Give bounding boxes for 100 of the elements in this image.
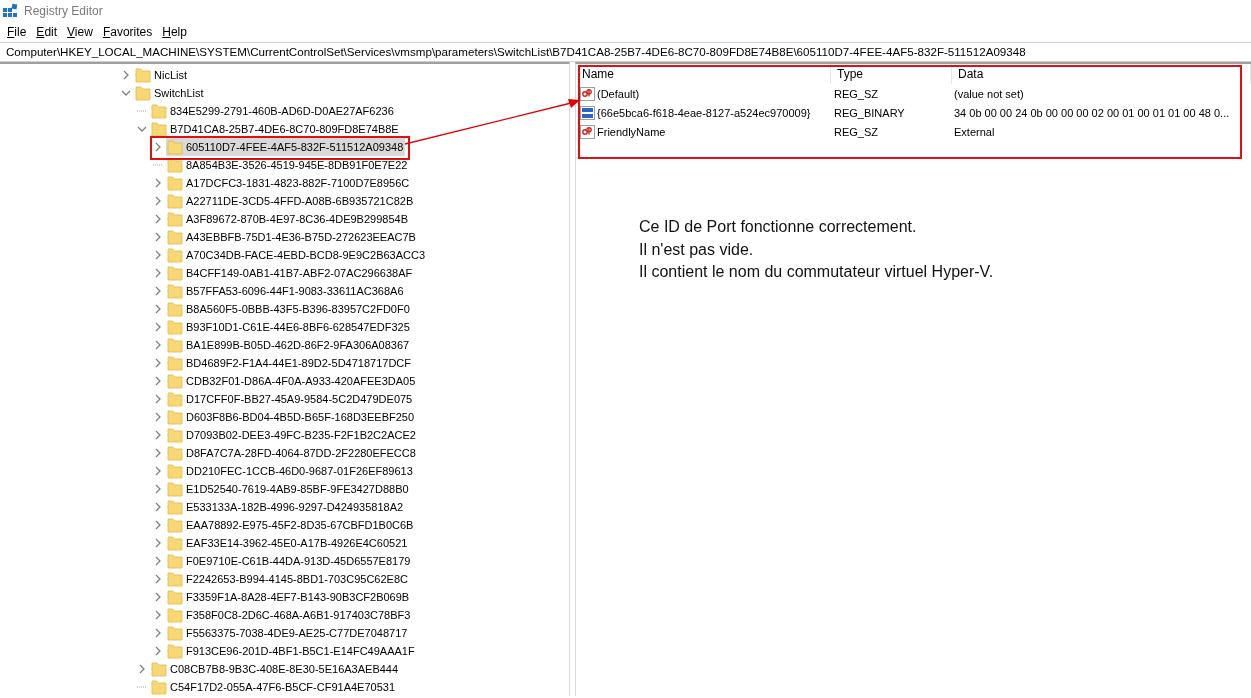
tree-node[interactable]: BA1E899B-B05D-462D-86F2-9FA306A08367	[166, 336, 412, 354]
chevron-right-icon[interactable]	[155, 610, 161, 620]
chevron-right-icon[interactable]	[155, 646, 161, 656]
chevron-right-icon[interactable]	[155, 538, 161, 548]
tree-node[interactable]: F913CE96-201D-4BF1-B5C1-E14FC49AAA1F	[166, 642, 417, 660]
tree-node[interactable]: 8A854B3E-3526-4519-945E-8DB91F0E7E22	[166, 156, 410, 174]
folder-icon	[167, 139, 183, 155]
chevron-right-icon[interactable]	[155, 304, 161, 314]
chevron-right-icon[interactable]	[155, 556, 161, 566]
column-header[interactable]: Name	[576, 64, 831, 84]
chevron-right-icon[interactable]	[155, 142, 161, 152]
tree-node[interactable]: B93F10D1-C61E-44E6-8BF6-628547EDF325	[166, 318, 412, 336]
tree-node[interactable]: EAA78892-E975-45F2-8D35-67CBFD1B0C6B	[166, 516, 416, 534]
menu-item[interactable]: File	[2, 25, 32, 39]
chevron-down-icon[interactable]	[121, 90, 131, 96]
tree-node[interactable]: BD4689F2-F1A4-44E1-89D2-5D4718717DCF	[166, 354, 413, 372]
chevron-right-icon[interactable]	[155, 484, 161, 494]
tree-node[interactable]: E533133A-182B-4996-9297-D424935818A2	[166, 498, 406, 516]
tree-node[interactable]: A43EBBFB-75D1-4E36-B75D-272623EEAC7B	[166, 228, 418, 246]
tree-node[interactable]: A3F89672-870B-4E97-8C36-4DE9B299854B	[166, 210, 410, 228]
tree-node[interactable]: B4CFF149-0AB1-41B7-ABF2-07AC296638AF	[166, 264, 415, 282]
chevron-right-icon[interactable]	[155, 628, 161, 638]
tree-node[interactable]: SwitchList	[134, 84, 206, 102]
chevron-right-icon[interactable]	[155, 394, 161, 404]
value-data: (value not set)	[953, 87, 1025, 100]
chevron-right-icon[interactable]	[155, 520, 161, 530]
chevron-right-icon[interactable]	[155, 502, 161, 512]
tree-node[interactable]: E1D52540-7619-4AB9-85BF-9FE3427D88B0	[166, 480, 411, 498]
value-type: REG_SZ	[833, 125, 879, 138]
menu-item[interactable]: Favorites	[97, 25, 158, 39]
tree-node[interactable]: CDB32F01-D86A-4F0A-A933-420AFEE3DA05	[166, 372, 418, 390]
chevron-right-icon[interactable]	[155, 376, 161, 386]
chevron-right-icon[interactable]	[155, 430, 161, 440]
tree-node[interactable]: B7D41CA8-25B7-4DE6-8C70-809FD8E74B8E	[150, 120, 401, 138]
chevron-right-icon[interactable]	[155, 286, 161, 296]
tree-node[interactable]: A70C34DB-FACE-4EBD-BCD8-9E9C2B63ACC3	[166, 246, 428, 264]
menu-item[interactable]: Help	[157, 25, 192, 39]
folder-icon	[151, 103, 167, 119]
folder-icon	[167, 607, 183, 623]
tree-node[interactable]: A17DCFC3-1831-4823-882F-7100D7E8956C	[166, 174, 412, 192]
tree-node[interactable]: F3359F1A-8A28-4EF7-B143-90B3CF2B069B	[166, 588, 412, 606]
tree-node[interactable]: C54F17D2-055A-47F6-B5CF-CF91A4E70531	[150, 678, 397, 696]
chevron-right-icon[interactable]	[123, 70, 129, 80]
chevron-down-icon[interactable]	[137, 126, 147, 132]
tree-node[interactable]: F5563375-7038-4DE9-AE25-C77DE7048717	[166, 624, 410, 642]
registry-icon	[2, 3, 18, 19]
value-name[interactable]: (Default)	[597, 87, 640, 100]
tree-node[interactable]: 605110D7-4FEE-4AF5-832F-511512A09348	[166, 138, 406, 156]
address-bar[interactable]: Computer\HKEY_LOCAL_MACHINE\SYSTEM\CurrentControlSet\Services\vmsmp\parameters\SwitchList\B7D41CA8-25B7-4DE6-8C70-809FD8E74B8E\605110D7-4FEE-4AF5-832F-511512A09348	[0, 42, 1251, 62]
binary-value-icon	[580, 104, 596, 121]
column-header[interactable]: Data	[952, 64, 1251, 84]
tree-node[interactable]: F358F0C8-2D6C-468A-A6B1-917403C78BF3	[166, 606, 413, 624]
tree-node[interactable]: B57FFA53-6096-44F1-9083-33611AC368A6	[166, 282, 406, 300]
tree-node[interactable]: A22711DE-3CD5-4FFD-A08B-6B935721C82B	[166, 192, 416, 210]
chevron-right-icon[interactable]	[155, 196, 161, 206]
value-data: 34 0b 00 00 24 0b 00 00 00 02 00 01 00 01 01 00 48 0...	[953, 106, 1231, 119]
folder-icon	[135, 85, 151, 101]
tree-node[interactable]: NicList	[134, 66, 189, 84]
menu-item[interactable]: View	[62, 25, 98, 39]
folder-icon	[135, 67, 151, 83]
value-name[interactable]: {66e5bca6-f618-4eae-8127-a524ec970009}	[597, 106, 811, 119]
chevron-right-icon[interactable]	[155, 268, 161, 278]
chevron-right-icon[interactable]	[155, 250, 161, 260]
chevron-right-icon[interactable]	[155, 178, 161, 188]
chevron-right-icon[interactable]	[155, 358, 161, 368]
column-header[interactable]: Type	[831, 64, 952, 84]
tree-node[interactable]: F2242653-B994-4145-8BD1-703C95C62E8C	[166, 570, 410, 588]
tree-node[interactable]: B8A560F5-0BBB-43F5-B396-83957C2FD0F0	[166, 300, 412, 318]
tree-node[interactable]: EAF33E14-3962-45E0-A17B-4926E4C60521	[166, 534, 410, 552]
chevron-right-icon[interactable]	[155, 574, 161, 584]
tree-node[interactable]: DD210FEC-1CCB-46D0-9687-01F26EF89613	[166, 462, 415, 480]
tree-node[interactable]: 834E5299-2791-460B-AD6D-D0AE27AF6236	[150, 102, 396, 120]
chevron-right-icon[interactable]	[139, 664, 145, 674]
folder-icon	[167, 391, 183, 407]
tree-connector	[153, 164, 163, 166]
value-name[interactable]: FriendlyName	[597, 125, 666, 138]
menu-item[interactable]: Edit	[31, 25, 63, 39]
tree-node[interactable]: D7093B02-DEE3-49FC-B235-F2F1B2C2ACE2	[166, 426, 418, 444]
folder-icon	[167, 175, 183, 191]
chevron-right-icon[interactable]	[155, 322, 161, 332]
folder-icon	[151, 679, 167, 695]
tree-node[interactable]: D17CFF0F-BB27-45A9-9584-5C2D479DE075	[166, 390, 415, 408]
chevron-right-icon[interactable]	[155, 448, 161, 458]
chevron-right-icon[interactable]	[155, 412, 161, 422]
folder-icon	[167, 481, 183, 497]
folder-icon	[167, 373, 183, 389]
folder-icon	[167, 211, 183, 227]
chevron-right-icon[interactable]	[155, 214, 161, 224]
folder-icon	[167, 319, 183, 335]
value-type: REG_SZ	[833, 87, 879, 100]
chevron-right-icon[interactable]	[155, 466, 161, 476]
chevron-right-icon[interactable]	[155, 232, 161, 242]
tree-node[interactable]: F0E9710E-C61B-44DA-913D-45D6557E8179	[166, 552, 413, 570]
tree-node[interactable]: D8FA7C7A-28FD-4064-87DD-2F2280EFECC8	[166, 444, 418, 462]
tree-node[interactable]: C08CB7B8-9B3C-408E-8E30-5E16A3AEB444	[150, 660, 401, 678]
folder-icon	[167, 427, 183, 443]
value-type: REG_BINARY	[833, 106, 906, 119]
chevron-right-icon[interactable]	[155, 592, 161, 602]
chevron-right-icon[interactable]	[155, 340, 161, 350]
tree-node[interactable]: D603F8B6-BD04-4B5D-B65F-168D3EEBF250	[166, 408, 417, 426]
